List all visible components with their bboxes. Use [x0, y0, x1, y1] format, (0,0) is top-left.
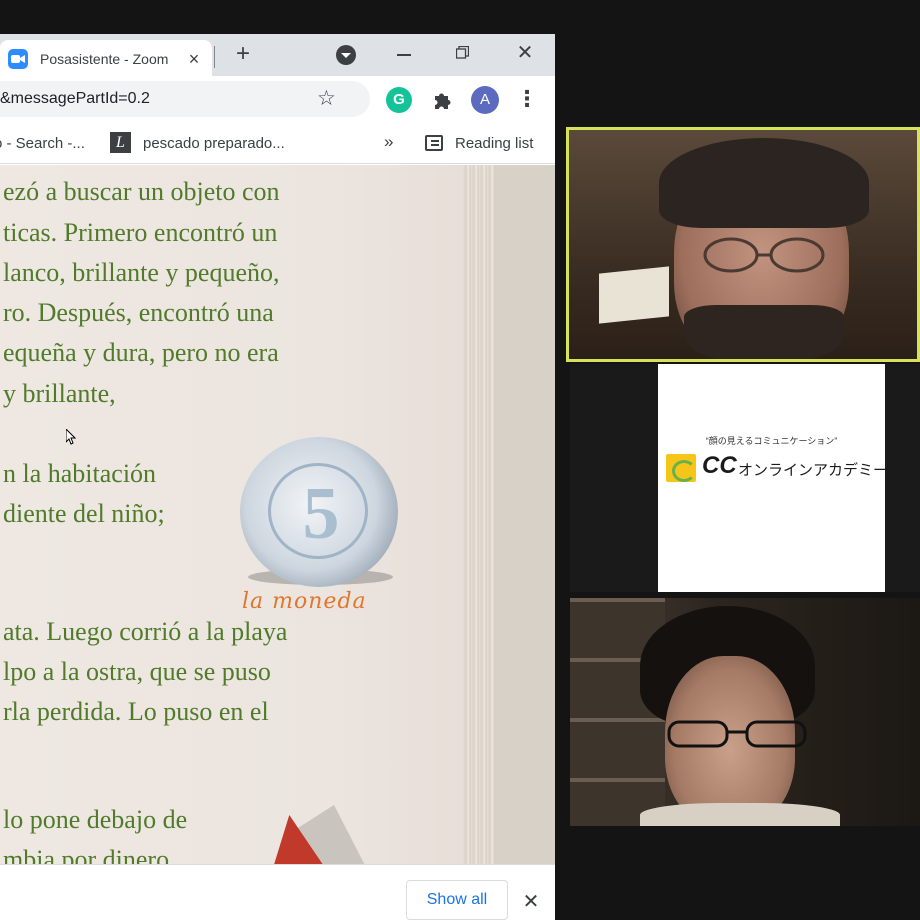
- story-line: lanco, brillante y pequeño,: [3, 258, 280, 287]
- tab-zoom[interactable]: Posasistente - Zoom ×: [0, 40, 212, 76]
- show-all-button[interactable]: Show all: [406, 880, 508, 920]
- participant-video-logo[interactable]: “顔の見えるコミュニケーション” CC オンラインアカデミー: [570, 364, 920, 592]
- story-line: ata. Luego corrió a la playa: [3, 617, 288, 646]
- story-line: ro. Después, encontró una: [3, 298, 274, 327]
- storybook-page: ezó a buscar un objeto con ticas. Primer…: [0, 165, 555, 865]
- bookmark-item[interactable]: o - Search -...: [0, 135, 85, 152]
- story-line: rla perdida. Lo puso en el: [3, 697, 269, 726]
- toolbar: &messagePartId=0.2 ☆ G A ⋮: [0, 76, 555, 124]
- participant-beard: [684, 305, 844, 359]
- participant-hair: [659, 138, 869, 228]
- bookmark-favicon-icon: L: [110, 132, 131, 153]
- story-line: ezó a buscar un objeto con: [3, 177, 280, 206]
- browser-menu-icon[interactable]: ⋮: [516, 86, 538, 114]
- window-close-icon[interactable]: ✕: [512, 40, 538, 66]
- extensions-puzzle-icon[interactable]: [432, 89, 454, 111]
- download-bar-close-icon[interactable]: ✕: [520, 891, 542, 913]
- participant-shirt: [640, 803, 840, 826]
- coin-caption: la moneda: [242, 589, 367, 614]
- url-text: &messagePartId=0.2: [0, 90, 150, 107]
- glasses-icon: [703, 237, 825, 273]
- tab-search-icon[interactable]: [336, 45, 356, 65]
- coin-illustration: 5: [240, 437, 398, 587]
- logo-tagline: “顔の見えるコミュニケーション”: [705, 436, 838, 446]
- book-edge: [463, 165, 495, 865]
- bookmark-item[interactable]: pescado preparado...: [143, 135, 285, 152]
- new-tab-button[interactable]: +: [230, 42, 256, 68]
- story-line: mbia por dinero: [3, 845, 170, 865]
- glasses-icon: [667, 720, 807, 748]
- logo-cc: CC: [702, 452, 737, 479]
- download-bar: Show all ✕: [0, 864, 555, 920]
- bookmarks-overflow-icon[interactable]: »: [384, 132, 393, 152]
- mouse-cursor-icon: [66, 429, 76, 445]
- screen: Posasistente - Zoom × + ✕ &messagePartId…: [0, 0, 920, 920]
- story-line: lo pone debajo de: [3, 805, 188, 834]
- participant-video[interactable]: [570, 598, 920, 826]
- grammarly-extension-icon[interactable]: G: [386, 87, 412, 113]
- tab-bar: Posasistente - Zoom × + ✕: [0, 34, 555, 76]
- story-line: lpo a la ostra, que se puso: [3, 657, 271, 686]
- story-line: equeña y dura, pero no era: [3, 338, 279, 367]
- story-line: n la habitación: [3, 459, 157, 488]
- tab-close-icon[interactable]: ×: [183, 48, 205, 70]
- participant-video-active-speaker[interactable]: [566, 127, 920, 362]
- minimize-icon[interactable]: [397, 54, 411, 56]
- bookmark-star-icon[interactable]: ☆: [317, 88, 336, 109]
- reading-list-icon[interactable]: [425, 135, 443, 151]
- address-bar[interactable]: &messagePartId=0.2 ☆: [0, 81, 370, 117]
- story-line: diente del niño;: [3, 499, 165, 528]
- zoom-camera-icon: [8, 49, 28, 69]
- profile-avatar[interactable]: A: [471, 86, 499, 114]
- logo-name: オンラインアカデミー: [738, 462, 889, 479]
- reading-list-button[interactable]: Reading list: [455, 135, 533, 152]
- story-line: y brillante,: [3, 379, 116, 408]
- story-line: ticas. Primero encontró un: [3, 218, 278, 247]
- background-object: [599, 266, 669, 324]
- coin-digit: 5: [302, 473, 340, 555]
- bookmarks-bar: o - Search -... L pescado preparado... »…: [0, 124, 555, 164]
- tab-separator: [214, 46, 215, 68]
- tab-title: Posasistente - Zoom: [40, 51, 169, 67]
- restore-icon[interactable]: [456, 46, 469, 59]
- academy-logo-icon: [666, 454, 696, 482]
- academy-logo-card: “顔の見えるコミュニケーション” CC オンラインアカデミー: [658, 364, 889, 592]
- browser-window: Posasistente - Zoom × + ✕ &messagePartId…: [0, 34, 555, 920]
- coin-ring: 5: [268, 463, 368, 559]
